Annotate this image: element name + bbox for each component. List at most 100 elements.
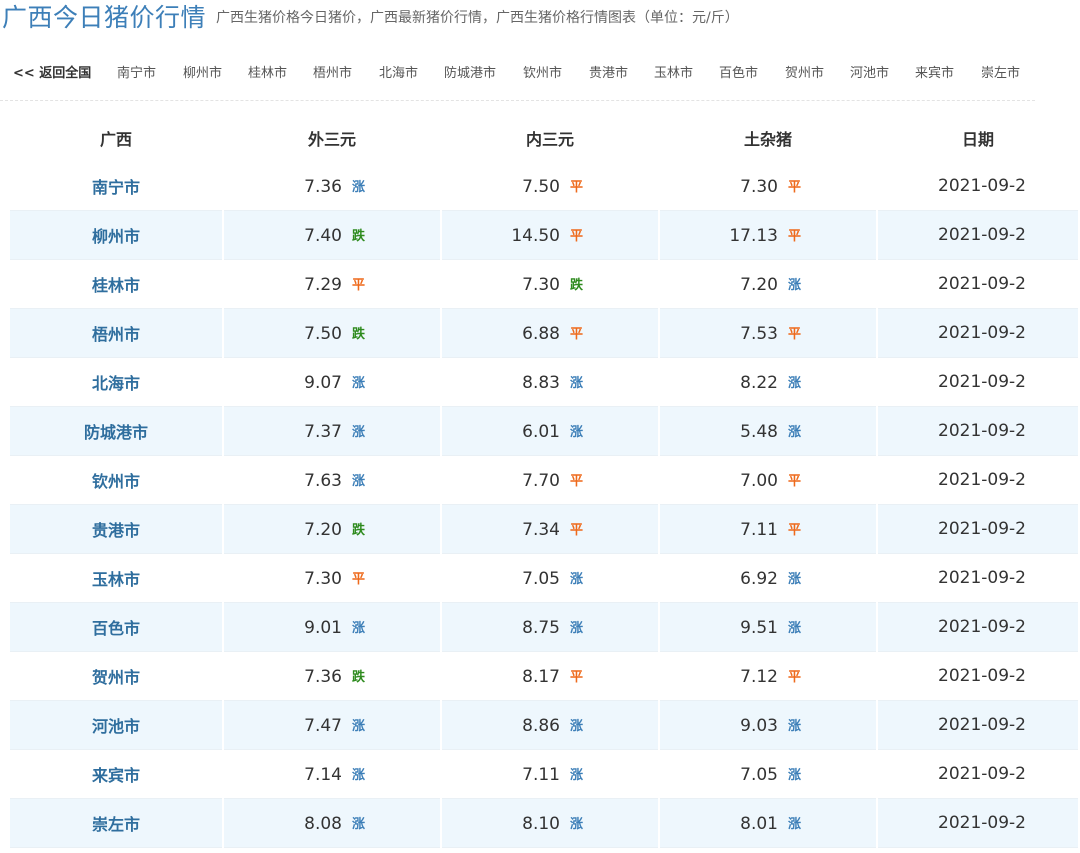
price-table: 广西 外三元 内三元 土杂猪 日期 南宁市 7.36 涨 7.50 平 7.30 平 2021… xyxy=(8,114,1080,848)
back-to-national-link[interactable]: << 返回全国 xyxy=(13,64,91,84)
price-value: 7.11 xyxy=(522,764,560,785)
price-value: 7.20 xyxy=(304,519,342,540)
column-header-nei-san-yuan: 内三元 xyxy=(525,130,574,149)
date-cell: 2021-09-2 xyxy=(878,652,1078,701)
city-link[interactable]: 北海市 xyxy=(10,358,222,407)
table-row: 桂林市 7.29 平 7.30 跌 7.20 涨 2021-09-2 xyxy=(10,260,1078,309)
price-cell-nei: 7.11 涨 xyxy=(442,750,658,799)
price-cell-tu: 7.12 平 xyxy=(660,652,876,701)
trend-badge: 涨 xyxy=(570,816,584,832)
price-value: 14.50 xyxy=(511,225,560,246)
price-group: 7.12 平 xyxy=(718,666,801,687)
price-group: 7.30 跌 xyxy=(500,274,583,295)
price-value: 6.01 xyxy=(522,421,560,442)
city-link[interactable]: 玉林市 xyxy=(10,554,222,603)
city-link[interactable]: 梧州市 xyxy=(10,309,222,358)
date-cell: 2021-09-2 xyxy=(878,799,1078,848)
table-row: 玉林市 7.30 平 7.05 涨 6.92 涨 2021-09-2 xyxy=(10,554,1078,603)
price-group: 7.11 平 xyxy=(718,519,801,540)
price-cell-tu: 6.92 涨 xyxy=(660,554,876,603)
column-header-wai-san-yuan: 外三元 xyxy=(307,130,356,149)
nav-city-link[interactable]: 河池市 xyxy=(850,64,889,84)
nav-city-link[interactable]: 贺州市 xyxy=(785,64,824,84)
date-cell: 2021-09-2 xyxy=(878,505,1078,554)
city-link[interactable]: 桂林市 xyxy=(10,260,222,309)
price-cell-nei: 8.10 涨 xyxy=(442,799,658,848)
city-link[interactable]: 柳州市 xyxy=(10,211,222,260)
city-link[interactable]: 钦州市 xyxy=(10,456,222,505)
city-link[interactable]: 贺州市 xyxy=(10,652,222,701)
trend-badge: 涨 xyxy=(352,767,366,783)
nav-city-link[interactable]: 梧州市 xyxy=(313,64,352,84)
price-cell-wai: 7.50 跌 xyxy=(224,309,440,358)
city-link[interactable]: 防城港市 xyxy=(10,407,222,456)
price-group: 17.13 平 xyxy=(718,225,801,246)
price-cell-tu: 9.51 涨 xyxy=(660,603,876,652)
price-value: 7.70 xyxy=(522,470,560,491)
trend-badge: 涨 xyxy=(352,424,366,440)
nav-city-link[interactable]: 南宁市 xyxy=(117,64,156,84)
price-cell-wai: 7.20 跌 xyxy=(224,505,440,554)
price-cell-nei: 7.50 平 xyxy=(442,162,658,211)
trend-badge: 平 xyxy=(570,228,584,244)
table-row: 贵港市 7.20 跌 7.34 平 7.11 平 2021-09-2 xyxy=(10,505,1078,554)
nav-city-link[interactable]: 来宾市 xyxy=(915,64,954,84)
price-group: 7.34 平 xyxy=(500,519,583,540)
price-cell-nei: 7.70 平 xyxy=(442,456,658,505)
price-value: 7.63 xyxy=(304,470,342,491)
price-cell-nei: 6.01 涨 xyxy=(442,407,658,456)
price-table-body: 南宁市 7.36 涨 7.50 平 7.30 平 2021-09-2 柳州市 7.40 跌 14.50… xyxy=(10,162,1078,848)
price-group: 9.07 涨 xyxy=(282,372,365,393)
column-header-date: 日期 xyxy=(961,130,994,149)
nav-city-link[interactable]: 玉林市 xyxy=(654,64,693,84)
trend-badge: 涨 xyxy=(352,473,366,489)
price-cell-wai: 9.07 涨 xyxy=(224,358,440,407)
price-value: 7.05 xyxy=(740,764,778,785)
nav-city-link[interactable]: 崇左市 xyxy=(981,64,1020,84)
trend-badge: 跌 xyxy=(352,522,366,538)
price-group: 7.29 平 xyxy=(282,274,365,295)
price-value: 8.01 xyxy=(740,813,778,834)
price-cell-tu: 7.30 平 xyxy=(660,162,876,211)
trend-badge: 跌 xyxy=(352,228,366,244)
price-group: 7.50 平 xyxy=(500,176,583,197)
city-nav: << 返回全国 南宁市 柳州市 桂林市 梧州市 北海市 防城港市 钦州市 贵港市… xyxy=(0,56,1035,101)
date-cell: 2021-09-2 xyxy=(878,554,1078,603)
price-cell-wai: 7.40 跌 xyxy=(224,211,440,260)
city-link[interactable]: 崇左市 xyxy=(10,799,222,848)
price-value: 7.30 xyxy=(522,274,560,295)
date-cell: 2021-09-2 xyxy=(878,260,1078,309)
trend-badge: 平 xyxy=(352,571,366,587)
price-value: 7.50 xyxy=(304,323,342,344)
nav-city-link[interactable]: 百色市 xyxy=(719,64,758,84)
city-link[interactable]: 百色市 xyxy=(10,603,222,652)
price-group: 7.30 平 xyxy=(718,176,801,197)
price-group: 8.10 涨 xyxy=(500,813,583,834)
price-cell-tu: 8.01 涨 xyxy=(660,799,876,848)
price-group: 14.50 平 xyxy=(500,225,583,246)
nav-city-link[interactable]: 桂林市 xyxy=(248,64,287,84)
trend-badge: 涨 xyxy=(788,424,802,440)
column-header-tu-za-zhu: 土杂猪 xyxy=(743,130,792,149)
table-row: 柳州市 7.40 跌 14.50 平 17.13 平 2021-09-2 xyxy=(10,211,1078,260)
city-link[interactable]: 贵港市 xyxy=(10,505,222,554)
price-group: 7.36 涨 xyxy=(282,176,365,197)
nav-city-link[interactable]: 钦州市 xyxy=(523,64,562,84)
city-link[interactable]: 河池市 xyxy=(10,701,222,750)
trend-badge: 涨 xyxy=(570,375,584,391)
date-cell: 2021-09-2 xyxy=(878,211,1078,260)
nav-city-link[interactable]: 北海市 xyxy=(379,64,418,84)
nav-city-link[interactable]: 柳州市 xyxy=(183,64,222,84)
price-group: 6.92 涨 xyxy=(718,568,801,589)
nav-city-link[interactable]: 贵港市 xyxy=(589,64,628,84)
date-cell: 2021-09-2 xyxy=(878,603,1078,652)
trend-badge: 涨 xyxy=(352,375,366,391)
trend-badge: 涨 xyxy=(788,277,802,293)
city-link[interactable]: 来宾市 xyxy=(10,750,222,799)
price-group: 7.70 平 xyxy=(500,470,583,491)
price-value: 6.88 xyxy=(522,323,560,344)
nav-city-link[interactable]: 防城港市 xyxy=(444,64,496,84)
date-cell: 2021-09-2 xyxy=(878,309,1078,358)
page-subtitle: 广西生猪价格今日猪价，广西最新猪价行情，广西生猪价格行情图表（单位：元/斤） xyxy=(216,10,739,26)
city-link[interactable]: 南宁市 xyxy=(10,162,222,211)
